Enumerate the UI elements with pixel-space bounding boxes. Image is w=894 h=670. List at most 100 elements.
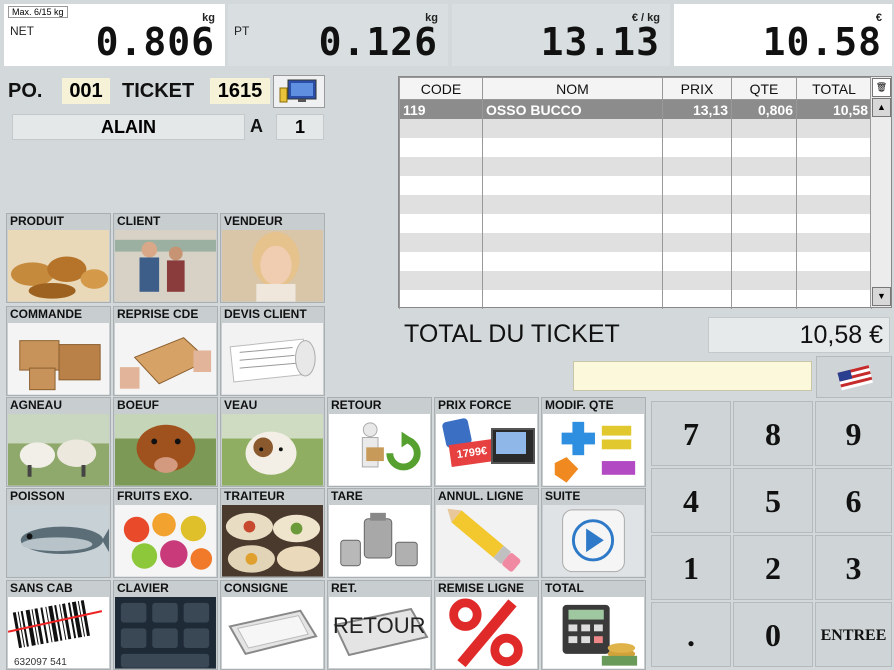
max-capacity-label: Max. 6/15 kg <box>8 6 68 18</box>
key-0[interactable]: 0 <box>733 602 813 667</box>
percent-icon <box>436 597 537 669</box>
return-arrow-icon <box>329 414 430 486</box>
next-arrow-icon <box>543 505 644 577</box>
tile-agneau[interactable]: AGNEAU <box>6 397 111 487</box>
key-6[interactable]: 6 <box>815 468 892 533</box>
table-row[interactable] <box>399 138 872 157</box>
table-row[interactable] <box>399 233 872 252</box>
tile-total[interactable]: TOTAL <box>541 580 646 670</box>
col-code[interactable]: CODE <box>399 77 483 100</box>
cell-prix: 13,13 <box>662 99 732 119</box>
price-tag-text: 1799€ <box>448 439 496 467</box>
tile-label: BOEUF <box>117 398 159 412</box>
table-row[interactable] <box>399 195 872 214</box>
tile-label: CLIENT <box>117 214 161 228</box>
key-9[interactable]: 9 <box>815 401 892 466</box>
tare-weight-display: kg PT 0.126 <box>228 4 448 66</box>
key-1[interactable]: 1 <box>651 535 731 600</box>
unit-price-display: € / kg 13.13 <box>452 4 670 66</box>
tile-label: MODIF. QTE <box>545 398 614 412</box>
key-8[interactable]: 8 <box>733 401 813 466</box>
tile-clavier[interactable]: CLAVIER <box>113 580 218 670</box>
tile-poisson[interactable]: POISSON <box>6 488 111 578</box>
platters-icon <box>222 505 323 577</box>
tile-annul-ligne[interactable]: ANNUL. LIGNE <box>434 488 539 578</box>
key-3[interactable]: 3 <box>815 535 892 600</box>
tile-suite[interactable]: SUITE <box>541 488 646 578</box>
table-row[interactable] <box>399 252 872 271</box>
price-value: 13.13 <box>540 20 660 64</box>
table-row[interactable]: 119 OSSO BUCCO 13,13 0,806 10,58 <box>399 99 872 119</box>
tile-label: COMMANDE <box>10 307 82 321</box>
shoppers-icon <box>115 230 216 302</box>
tile-boeuf[interactable]: BOEUF <box>113 397 218 487</box>
sales-table: CODE NOM PRIX QTE TOTAL 119 OSSO BUCCO 1… <box>398 76 892 309</box>
ticket-total-value: 10,58 € <box>708 317 890 353</box>
tile-veau[interactable]: VEAU <box>220 397 325 487</box>
tile-label: RETOUR <box>331 398 382 412</box>
tile-devis-client[interactable]: DEVIS CLIENT <box>220 306 325 396</box>
table-row[interactable] <box>399 290 872 309</box>
entry-input[interactable] <box>573 361 812 391</box>
tile-consigne[interactable]: CONSIGNE <box>220 580 325 670</box>
key-dot[interactable]: . <box>651 602 731 667</box>
tile-label: REPRISE CDE <box>117 307 199 321</box>
tile-retour[interactable]: RETOUR <box>327 397 432 487</box>
table-row[interactable] <box>399 119 872 138</box>
tile-reprise-cde[interactable]: REPRISE CDE <box>113 306 218 396</box>
col-nom[interactable]: NOM <box>482 77 663 100</box>
tile-tare[interactable]: TARE <box>327 488 432 578</box>
key-5[interactable]: 5 <box>733 468 813 533</box>
tile-label: VENDEUR <box>224 214 283 228</box>
tile-label: REMISE LIGNE <box>438 581 525 595</box>
barcode-icon: 632097 541 <box>7 597 109 668</box>
pencil-eraser-icon <box>436 505 537 577</box>
tile-modif-qte[interactable]: MODIF. QTE <box>541 397 646 487</box>
calf-icon <box>222 414 323 486</box>
cow-icon <box>115 414 216 486</box>
table-row[interactable] <box>399 214 872 233</box>
table-row[interactable] <box>399 157 872 176</box>
cell-total: 10,58 <box>796 99 872 119</box>
tile-traiteur[interactable]: TRAITEUR <box>220 488 325 578</box>
language-button[interactable] <box>816 356 892 398</box>
ticket-number: 1615 <box>210 78 270 104</box>
key-4[interactable]: 4 <box>651 468 731 533</box>
tile-commande[interactable]: COMMANDE <box>6 306 111 396</box>
tile-fruits-exo[interactable]: FRUITS EXO. <box>113 488 218 578</box>
fruits-icon <box>115 505 216 577</box>
tile-sans-cab[interactable]: SANS CAB 632097 541 <box>6 580 111 670</box>
col-total[interactable]: TOTAL <box>796 77 872 100</box>
delete-icon[interactable]: 🗑 <box>872 78 891 97</box>
tile-ret[interactable]: RET. RETOUR <box>327 580 432 670</box>
scroll-down-icon[interactable]: ▼ <box>872 287 891 306</box>
scroll-up-icon[interactable]: ▲ <box>872 98 891 117</box>
calculator-icon <box>543 597 644 669</box>
ticket-computer-button[interactable] <box>273 75 325 108</box>
tile-label: PRODUIT <box>10 214 64 228</box>
key-7[interactable]: 7 <box>651 401 731 466</box>
total-value: 10.58 <box>762 20 882 64</box>
col-prix[interactable]: PRIX <box>662 77 732 100</box>
lamb-icon <box>8 414 109 486</box>
po-label: PO. <box>8 80 43 102</box>
tile-label: SANS CAB <box>10 581 73 595</box>
tile-remise-ligne[interactable]: REMISE LIGNE <box>434 580 539 670</box>
table-row[interactable] <box>399 176 872 195</box>
fish-icon <box>8 505 109 577</box>
table-row[interactable] <box>399 271 872 290</box>
col-qte[interactable]: QTE <box>731 77 797 100</box>
tile-vendeur[interactable]: VENDEUR <box>220 213 325 303</box>
key-enter[interactable]: ENTREE <box>815 602 892 667</box>
key-2[interactable]: 2 <box>733 535 813 600</box>
barcode-number: 632097 541 <box>14 657 67 668</box>
tile-prix-force[interactable]: PRIX FORCE 1799€ <box>434 397 539 487</box>
seller-name: ALAIN <box>12 114 245 140</box>
bread-icon <box>8 230 109 302</box>
computer-icon <box>279 79 317 103</box>
tile-client[interactable]: CLIENT <box>113 213 218 303</box>
a-label: A <box>250 116 263 136</box>
tile-produit[interactable]: PRODUIT <box>6 213 111 303</box>
tile-label: TARE <box>331 489 363 503</box>
table-scrollbar[interactable]: 🗑 ▲ ▼ <box>870 77 891 307</box>
